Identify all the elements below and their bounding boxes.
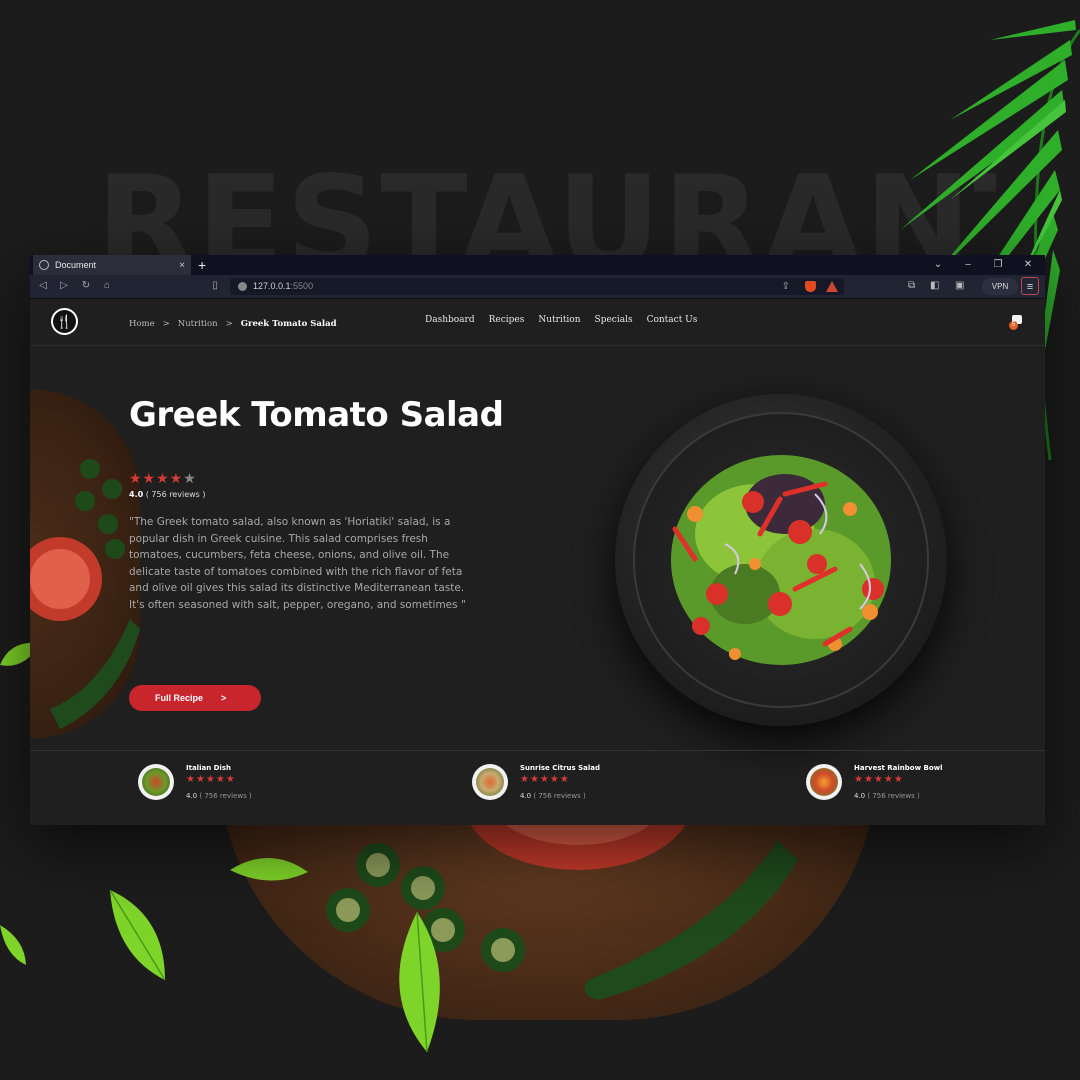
related-dish-stars: ★★★★★ (186, 774, 236, 785)
related-reviews: ( 756 reviews ) (199, 792, 252, 800)
close-window-button[interactable]: ✕ (1018, 255, 1038, 275)
related-dish-rating: 4.0 ( 756 reviews ) (520, 792, 586, 800)
website: 🍴 Dashboard Recipes Nutrition Specials C… (30, 299, 1045, 825)
extensions-icon[interactable]: ⧉ (908, 280, 915, 291)
related-reviews: ( 756 reviews ) (533, 792, 586, 800)
brave-shields-icon[interactable] (805, 281, 816, 292)
cart-count-badge: 5 (1009, 321, 1018, 330)
nav-dashboard[interactable]: Dashboard (425, 315, 475, 325)
breadcrumb-home[interactable]: Home (129, 319, 155, 329)
leaf-decoration (109, 889, 166, 981)
tab-search-icon[interactable]: ⌄ (928, 255, 948, 275)
related-dish-name: Italian Dish (186, 764, 231, 772)
rating-text: 4.0 ( 756 reviews ) (129, 490, 205, 499)
breadcrumb-nutrition[interactable]: Nutrition (178, 319, 218, 329)
related-rating-value: 4.0 (854, 792, 866, 800)
related-dish-name: Harvest Rainbow Bowl (854, 764, 943, 772)
related-dish-rating: 4.0 ( 756 reviews ) (186, 792, 252, 800)
dish-thumbnail (138, 764, 174, 800)
home-icon[interactable]: ⌂ (100, 279, 114, 293)
rating-value: 4.0 (129, 490, 144, 499)
dish-description: "The Greek tomato salad, also known as '… (129, 516, 466, 611)
page-title: Greek Tomato Salad (129, 395, 504, 435)
cutting-board-decoration (30, 389, 140, 739)
leaf-decoration (0, 925, 26, 965)
related-reviews: ( 756 reviews ) (867, 792, 920, 800)
nav-recipes[interactable]: Recipes (489, 315, 525, 325)
minimize-button[interactable]: – (958, 255, 978, 275)
rating-reviews: ( 756 reviews ) (145, 490, 206, 499)
salad-plate-image (615, 394, 947, 726)
fork-knife-icon: 🍴 (53, 310, 76, 333)
url-host: 127.0.0.1 (253, 281, 291, 291)
arrow-right-icon: > (221, 693, 227, 703)
nav-nutrition[interactable]: Nutrition (538, 315, 580, 325)
nav-contact-us[interactable]: Contact Us (647, 315, 698, 325)
breadcrumb-current: Greek Tomato Salad (240, 319, 337, 329)
browser-tab[interactable]: Document × (33, 255, 191, 275)
breadcrumb-separator: > (225, 319, 233, 329)
address-bar-row: ◁ ▷ ↻ ⌂ ▯ 127.0.0.1:5500 ⇪ ⧉ ◧ ▣ VPN ≡ (30, 275, 1045, 299)
brave-rewards-icon[interactable] (826, 281, 838, 292)
breadcrumb-separator: > (162, 319, 170, 329)
related-dish-stars: ★★★★★ (854, 774, 904, 785)
section-divider (30, 750, 1045, 751)
full-recipe-label: Full Recipe (155, 693, 204, 703)
tab-bar: Document × + ⌄ – ❐ ✕ (30, 255, 1045, 275)
site-info-icon[interactable] (238, 282, 247, 292)
forward-icon[interactable]: ▷ (57, 279, 71, 293)
full-recipe-button[interactable]: Full Recipe > (129, 685, 261, 711)
rating-stars: ★★★★★ (129, 470, 197, 486)
background-word: RESTAURANT (96, 160, 996, 260)
related-rating-value: 4.0 (520, 792, 532, 800)
main-nav: Dashboard Recipes Nutrition Specials Con… (425, 315, 697, 325)
share-icon[interactable]: ⇪ (782, 278, 790, 295)
restore-button[interactable]: ❐ (988, 255, 1008, 275)
dish-thumbnail (472, 764, 508, 800)
bookmark-icon[interactable]: ▯ (208, 279, 222, 293)
close-tab-icon[interactable]: × (179, 260, 185, 271)
dish-thumbnail (806, 764, 842, 800)
restaurant-logo[interactable]: 🍴 (51, 308, 78, 335)
sidebar-icon[interactable]: ◧ (930, 280, 939, 291)
tab-title: Document (55, 260, 97, 270)
globe-icon (39, 260, 49, 270)
url-port: :5500 (290, 281, 314, 291)
breadcrumb: Home > Nutrition > Greek Tomato Salad (129, 319, 345, 329)
related-dish-name: Sunrise Citrus Salad (520, 764, 601, 772)
related-dish-rating: 4.0 ( 756 reviews ) (854, 792, 920, 800)
related-rating-value: 4.0 (186, 792, 198, 800)
new-tab-button[interactable]: + (198, 255, 206, 275)
browser-window: Document × + ⌄ – ❐ ✕ ◁ ▷ ↻ ⌂ ▯ 127.0.0.1… (30, 255, 1045, 825)
nav-specials[interactable]: Specials (595, 315, 633, 325)
url-field[interactable]: 127.0.0.1:5500 ⇪ (230, 278, 844, 295)
leaf-decoration (230, 857, 308, 881)
leaf-decoration (399, 912, 440, 1053)
reload-icon[interactable]: ↻ (79, 279, 93, 293)
menu-icon[interactable]: ≡ (1021, 277, 1039, 295)
wallet-icon[interactable]: ▣ (955, 280, 964, 291)
back-icon[interactable]: ◁ (36, 279, 50, 293)
related-dish-stars: ★★★★★ (520, 774, 570, 785)
vpn-button[interactable]: VPN (982, 278, 1018, 295)
